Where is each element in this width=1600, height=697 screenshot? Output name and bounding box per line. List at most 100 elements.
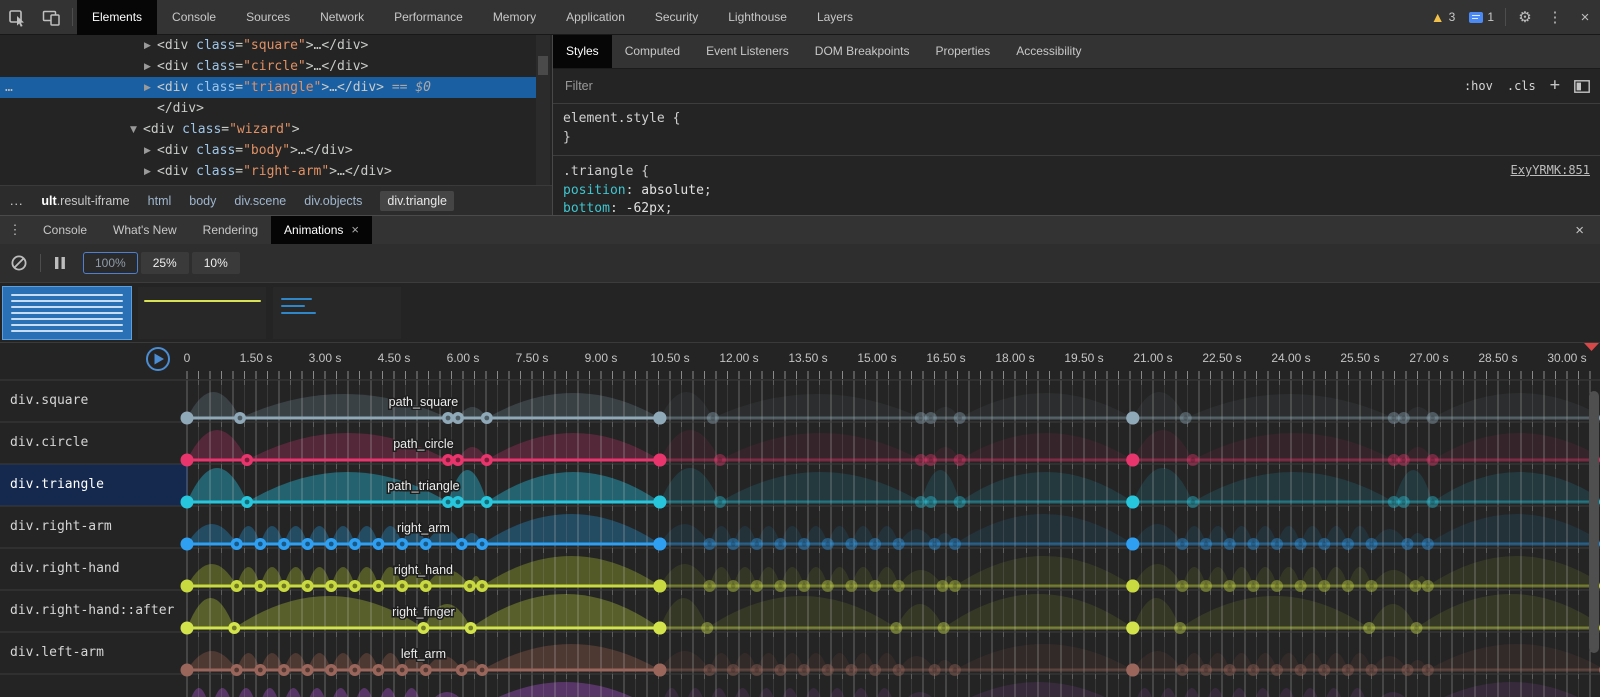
toggle-hover-state-button[interactable]: :hov xyxy=(1464,79,1493,93)
breadcrumb-item[interactable]: html xyxy=(148,194,172,208)
keyframe-dot[interactable] xyxy=(373,664,385,676)
keyframe-dot[interactable] xyxy=(1318,580,1330,592)
keyframe-dot[interactable] xyxy=(1176,580,1188,592)
keyframe-dot[interactable] xyxy=(254,580,266,592)
keyframe-dot[interactable] xyxy=(1247,580,1259,592)
keyframe-dot[interactable] xyxy=(1176,664,1188,676)
keyframe-dot[interactable] xyxy=(278,538,290,550)
inspect-element-icon[interactable] xyxy=(0,0,34,35)
keyframe-dot[interactable] xyxy=(1398,412,1410,424)
timeline-ruler[interactable]: 01.50 s3.00 s4.50 s6.00 s7.50 s9.00 s10.… xyxy=(147,348,1590,379)
keyframe-dot[interactable] xyxy=(915,454,927,466)
playback-rate-25[interactable]: 25% xyxy=(141,252,189,274)
keyframe-dot[interactable] xyxy=(774,538,786,550)
main-tab-elements[interactable]: Elements xyxy=(77,0,157,35)
keyframe-dot[interactable] xyxy=(1388,454,1400,466)
dom-tree-node[interactable]: </div> xyxy=(0,98,536,119)
keyframe-dot[interactable] xyxy=(456,664,468,676)
keyframe-dot[interactable] xyxy=(1126,454,1139,467)
keyframe-dot[interactable] xyxy=(845,664,857,676)
keyframe-dot[interactable] xyxy=(1247,538,1259,550)
breadcrumb-item[interactable]: div.triangle xyxy=(380,191,454,211)
keyframe-dot[interactable] xyxy=(774,580,786,592)
keyframe-dot[interactable] xyxy=(1126,664,1139,677)
keyframe-dot[interactable] xyxy=(420,664,432,676)
keyframe-dot[interactable] xyxy=(1126,496,1139,509)
keyframe-dot[interactable] xyxy=(1295,664,1307,676)
keyframe-dot[interactable] xyxy=(442,412,454,424)
keyframe-dot[interactable] xyxy=(653,454,666,467)
styles-filter-input[interactable] xyxy=(563,78,867,94)
keyframe-dot[interactable] xyxy=(1402,538,1414,550)
rule-property-line[interactable]: position: absolute; xyxy=(563,182,1590,201)
dom-tree-node[interactable]: …▶<div class="triangle">…</div> == $0 xyxy=(0,77,536,98)
keyframe-dot[interactable] xyxy=(1398,454,1410,466)
keyframe-dot[interactable] xyxy=(751,538,763,550)
keyframe-dot[interactable] xyxy=(704,538,716,550)
keyframe-dot[interactable] xyxy=(396,664,408,676)
keyframe-dot[interactable] xyxy=(373,538,385,550)
keyframe-dot[interactable] xyxy=(727,580,739,592)
keyframe-dot[interactable] xyxy=(1126,412,1139,425)
device-toolbar-icon[interactable] xyxy=(34,0,68,35)
drawer-tab-rendering[interactable]: Rendering xyxy=(190,216,271,244)
issues-badge[interactable]: 1 xyxy=(1462,10,1501,24)
keyframe-dot[interactable] xyxy=(714,454,726,466)
keyframe-dot[interactable] xyxy=(1342,538,1354,550)
keyframe-dot[interactable] xyxy=(845,580,857,592)
keyframe-dot[interactable] xyxy=(1200,538,1212,550)
keyframe-dot[interactable] xyxy=(1366,538,1378,550)
main-tab-application[interactable]: Application xyxy=(551,0,640,35)
animation-group-tile[interactable] xyxy=(273,287,401,339)
keyframe-dot[interactable] xyxy=(278,664,290,676)
keyframe-dot[interactable] xyxy=(714,496,726,508)
keyframe-dot[interactable] xyxy=(1271,664,1283,676)
disclosure-arrow-icon[interactable]: ▶ xyxy=(144,141,157,162)
keyframe-dot[interactable] xyxy=(1318,664,1330,676)
drawer-tab-console[interactable]: Console xyxy=(30,216,100,244)
keyframe-dot[interactable] xyxy=(1126,412,1139,425)
keyframe-dot[interactable] xyxy=(1271,580,1283,592)
keyframe-dot[interactable] xyxy=(1126,454,1139,467)
keyframe-dot[interactable] xyxy=(452,496,464,508)
keyframe-dot[interactable] xyxy=(373,580,385,592)
keyframe-dot[interactable] xyxy=(349,538,361,550)
keyframe-dot[interactable] xyxy=(1174,622,1186,634)
keyframe-dot[interactable] xyxy=(1271,538,1283,550)
keyframe-dot[interactable] xyxy=(1427,496,1439,508)
keyframe-dot[interactable] xyxy=(396,538,408,550)
keyframe-dot[interactable] xyxy=(890,622,902,634)
keyframe-dot[interactable] xyxy=(1247,664,1259,676)
keyframe-dot[interactable] xyxy=(464,580,476,592)
keyframe-dot[interactable] xyxy=(476,580,488,592)
styles-tab-accessibility[interactable]: Accessibility xyxy=(1003,35,1094,68)
keyframe-dot[interactable] xyxy=(893,580,905,592)
keyframe-dot[interactable] xyxy=(396,580,408,592)
breadcrumb-item[interactable]: ... xyxy=(10,194,23,208)
keyframe-dot[interactable] xyxy=(1224,580,1236,592)
dom-tree-node[interactable]: ▶<div class="right-arm">…</div> xyxy=(0,161,536,182)
animation-group-tile[interactable] xyxy=(138,287,266,339)
keyframe-dot[interactable] xyxy=(653,664,666,677)
keyframe-dot[interactable] xyxy=(1422,664,1434,676)
keyframe-dot[interactable] xyxy=(653,538,666,551)
keyframe-dot[interactable] xyxy=(653,538,666,551)
keyframe-dot[interactable] xyxy=(822,580,834,592)
keyframe-dot[interactable] xyxy=(653,412,666,425)
main-tab-memory[interactable]: Memory xyxy=(478,0,551,35)
keyframe-dot[interactable] xyxy=(1126,622,1139,635)
main-tab-network[interactable]: Network xyxy=(305,0,379,35)
keyframe-dot[interactable] xyxy=(704,664,716,676)
keyframe-dot[interactable] xyxy=(915,412,927,424)
warnings-badge[interactable]: ▲ 3 xyxy=(1424,10,1463,24)
toggle-sidebar-icon[interactable] xyxy=(1574,80,1590,93)
keyframe-dot[interactable] xyxy=(1342,664,1354,676)
keyframe-dot[interactable] xyxy=(937,580,949,592)
settings-gear-icon[interactable]: ⚙ xyxy=(1510,8,1540,26)
keyframe-dot[interactable] xyxy=(1366,580,1378,592)
keyframe-dot[interactable] xyxy=(925,496,937,508)
close-devtools-icon[interactable]: × xyxy=(1570,9,1600,26)
keyframe-dot[interactable] xyxy=(798,580,810,592)
keyframe-dot[interactable] xyxy=(456,538,468,550)
keyframe-dot[interactable] xyxy=(481,454,493,466)
